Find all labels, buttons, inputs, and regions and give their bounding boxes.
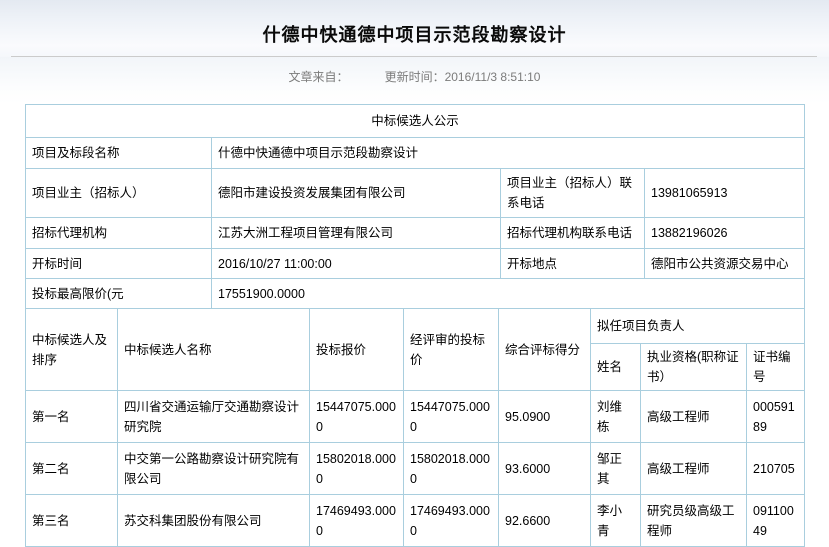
header-cell-score: 综合评标得分 [499,309,591,391]
bid-cell: 15447075.0000 [310,391,404,443]
candidate-row: 第二名 中交第一公路勘察设计研究院有限公司 15802018.0000 1580… [26,443,805,495]
header-cell-rank: 中标候选人及排序 [26,309,118,391]
meta-updated-label: 更新时间： [385,70,445,84]
name-cell: 中交第一公路勘察设计研究院有限公司 [118,443,310,495]
header-cell-cert-no: 证书编号 [747,344,805,391]
qualification-cell: 高级工程师 [641,443,747,495]
person-name-cell: 李小青 [591,495,641,547]
table-row: 开标时间 2016/10/27 11:00:00 开标地点 德阳市公共资源交易中… [26,249,805,279]
score-cell: 95.0900 [499,391,591,443]
bid-cell: 15802018.0000 [310,443,404,495]
name-cell: 四川省交通运输厅交通勘察设计研究院 [118,391,310,443]
header-cell-person-name: 姓名 [591,344,641,391]
page-header: 什德中快通德中项目示范段勘察设计 [0,0,829,57]
value-cell: 2016/10/27 11:00:00 [212,249,501,279]
meta-updated: 更新时间：2016/11/3 8:51:10 [385,68,541,104]
label-cell: 开标地点 [501,249,645,279]
evaluated-bid-cell: 15447075.0000 [404,391,499,443]
score-cell: 93.6000 [499,443,591,495]
meta-source-label: 文章来自： [289,68,349,104]
info-table: 中标候选人公示 项目及标段名称 什德中快通德中项目示范段勘察设计 项目业主（招标… [25,104,805,309]
cert-no-cell: 210705 [747,443,805,495]
page-title: 什德中快通德中项目示范段勘察设计 [0,0,829,47]
table-title-cell: 中标候选人公示 [26,105,805,138]
header-cell-group: 拟任项目负责人 [591,309,805,344]
evaluated-bid-cell: 15802018.0000 [404,443,499,495]
value-cell: 13882196026 [645,218,805,249]
table-row: 投标最高限价(元 17551900.0000 [26,279,805,309]
value-cell: 什德中快通德中项目示范段勘察设计 [212,138,805,169]
bid-cell: 17469493.0000 [310,495,404,547]
announcement-content: 中标候选人公示 项目及标段名称 什德中快通德中项目示范段勘察设计 项目业主（招标… [25,104,804,547]
value-cell: 17551900.0000 [212,279,805,309]
table-row-title: 中标候选人公示 [26,105,805,138]
label-cell: 开标时间 [26,249,212,279]
score-cell: 92.6600 [499,495,591,547]
meta-updated-value: 2016/11/3 8:51:10 [445,70,541,84]
header-cell-name: 中标候选人名称 [118,309,310,391]
table-row: 项目及标段名称 什德中快通德中项目示范段勘察设计 [26,138,805,169]
cert-no-cell: 00059189 [747,391,805,443]
header-divider [11,56,817,57]
header-cell-qualification: 执业资格(职称证书） [641,344,747,391]
article-meta: 文章来自： 更新时间：2016/11/3 8:51:10 [0,57,829,104]
qualification-cell: 研究员级高级工程师 [641,495,747,547]
candidate-row: 第三名 苏交科集团股份有限公司 17469493.0000 17469493.0… [26,495,805,547]
value-cell: 德阳市公共资源交易中心 [645,249,805,279]
label-cell: 招标代理机构联系电话 [501,218,645,249]
value-cell: 13981065913 [645,169,805,218]
rank-cell: 第一名 [26,391,118,443]
person-name-cell: 邹正其 [591,443,641,495]
label-cell: 投标最高限价(元 [26,279,212,309]
cert-no-cell: 09110049 [747,495,805,547]
value-cell: 德阳市建设投资发展集团有限公司 [212,169,501,218]
table-row: 项目业主（招标人） 德阳市建设投资发展集团有限公司 项目业主（招标人）联系电话 … [26,169,805,218]
candidate-row: 第一名 四川省交通运输厅交通勘察设计研究院 15447075.0000 1544… [26,391,805,443]
candidates-table: 中标候选人及排序 中标候选人名称 投标报价 经评审的投标价 综合评标得分 拟任项… [25,308,805,547]
label-cell: 项目业主（招标人） [26,169,212,218]
header-cell-evaluated-bid: 经评审的投标价 [404,309,499,391]
rank-cell: 第三名 [26,495,118,547]
rank-cell: 第二名 [26,443,118,495]
candidates-header-row: 中标候选人及排序 中标候选人名称 投标报价 经评审的投标价 综合评标得分 拟任项… [26,309,805,344]
label-cell: 招标代理机构 [26,218,212,249]
name-cell: 苏交科集团股份有限公司 [118,495,310,547]
qualification-cell: 高级工程师 [641,391,747,443]
value-cell: 江苏大洲工程项目管理有限公司 [212,218,501,249]
table-row: 招标代理机构 江苏大洲工程项目管理有限公司 招标代理机构联系电话 1388219… [26,218,805,249]
header-cell-bid: 投标报价 [310,309,404,391]
evaluated-bid-cell: 17469493.0000 [404,495,499,547]
label-cell: 项目及标段名称 [26,138,212,169]
person-name-cell: 刘维栋 [591,391,641,443]
label-cell: 项目业主（招标人）联系电话 [501,169,645,218]
